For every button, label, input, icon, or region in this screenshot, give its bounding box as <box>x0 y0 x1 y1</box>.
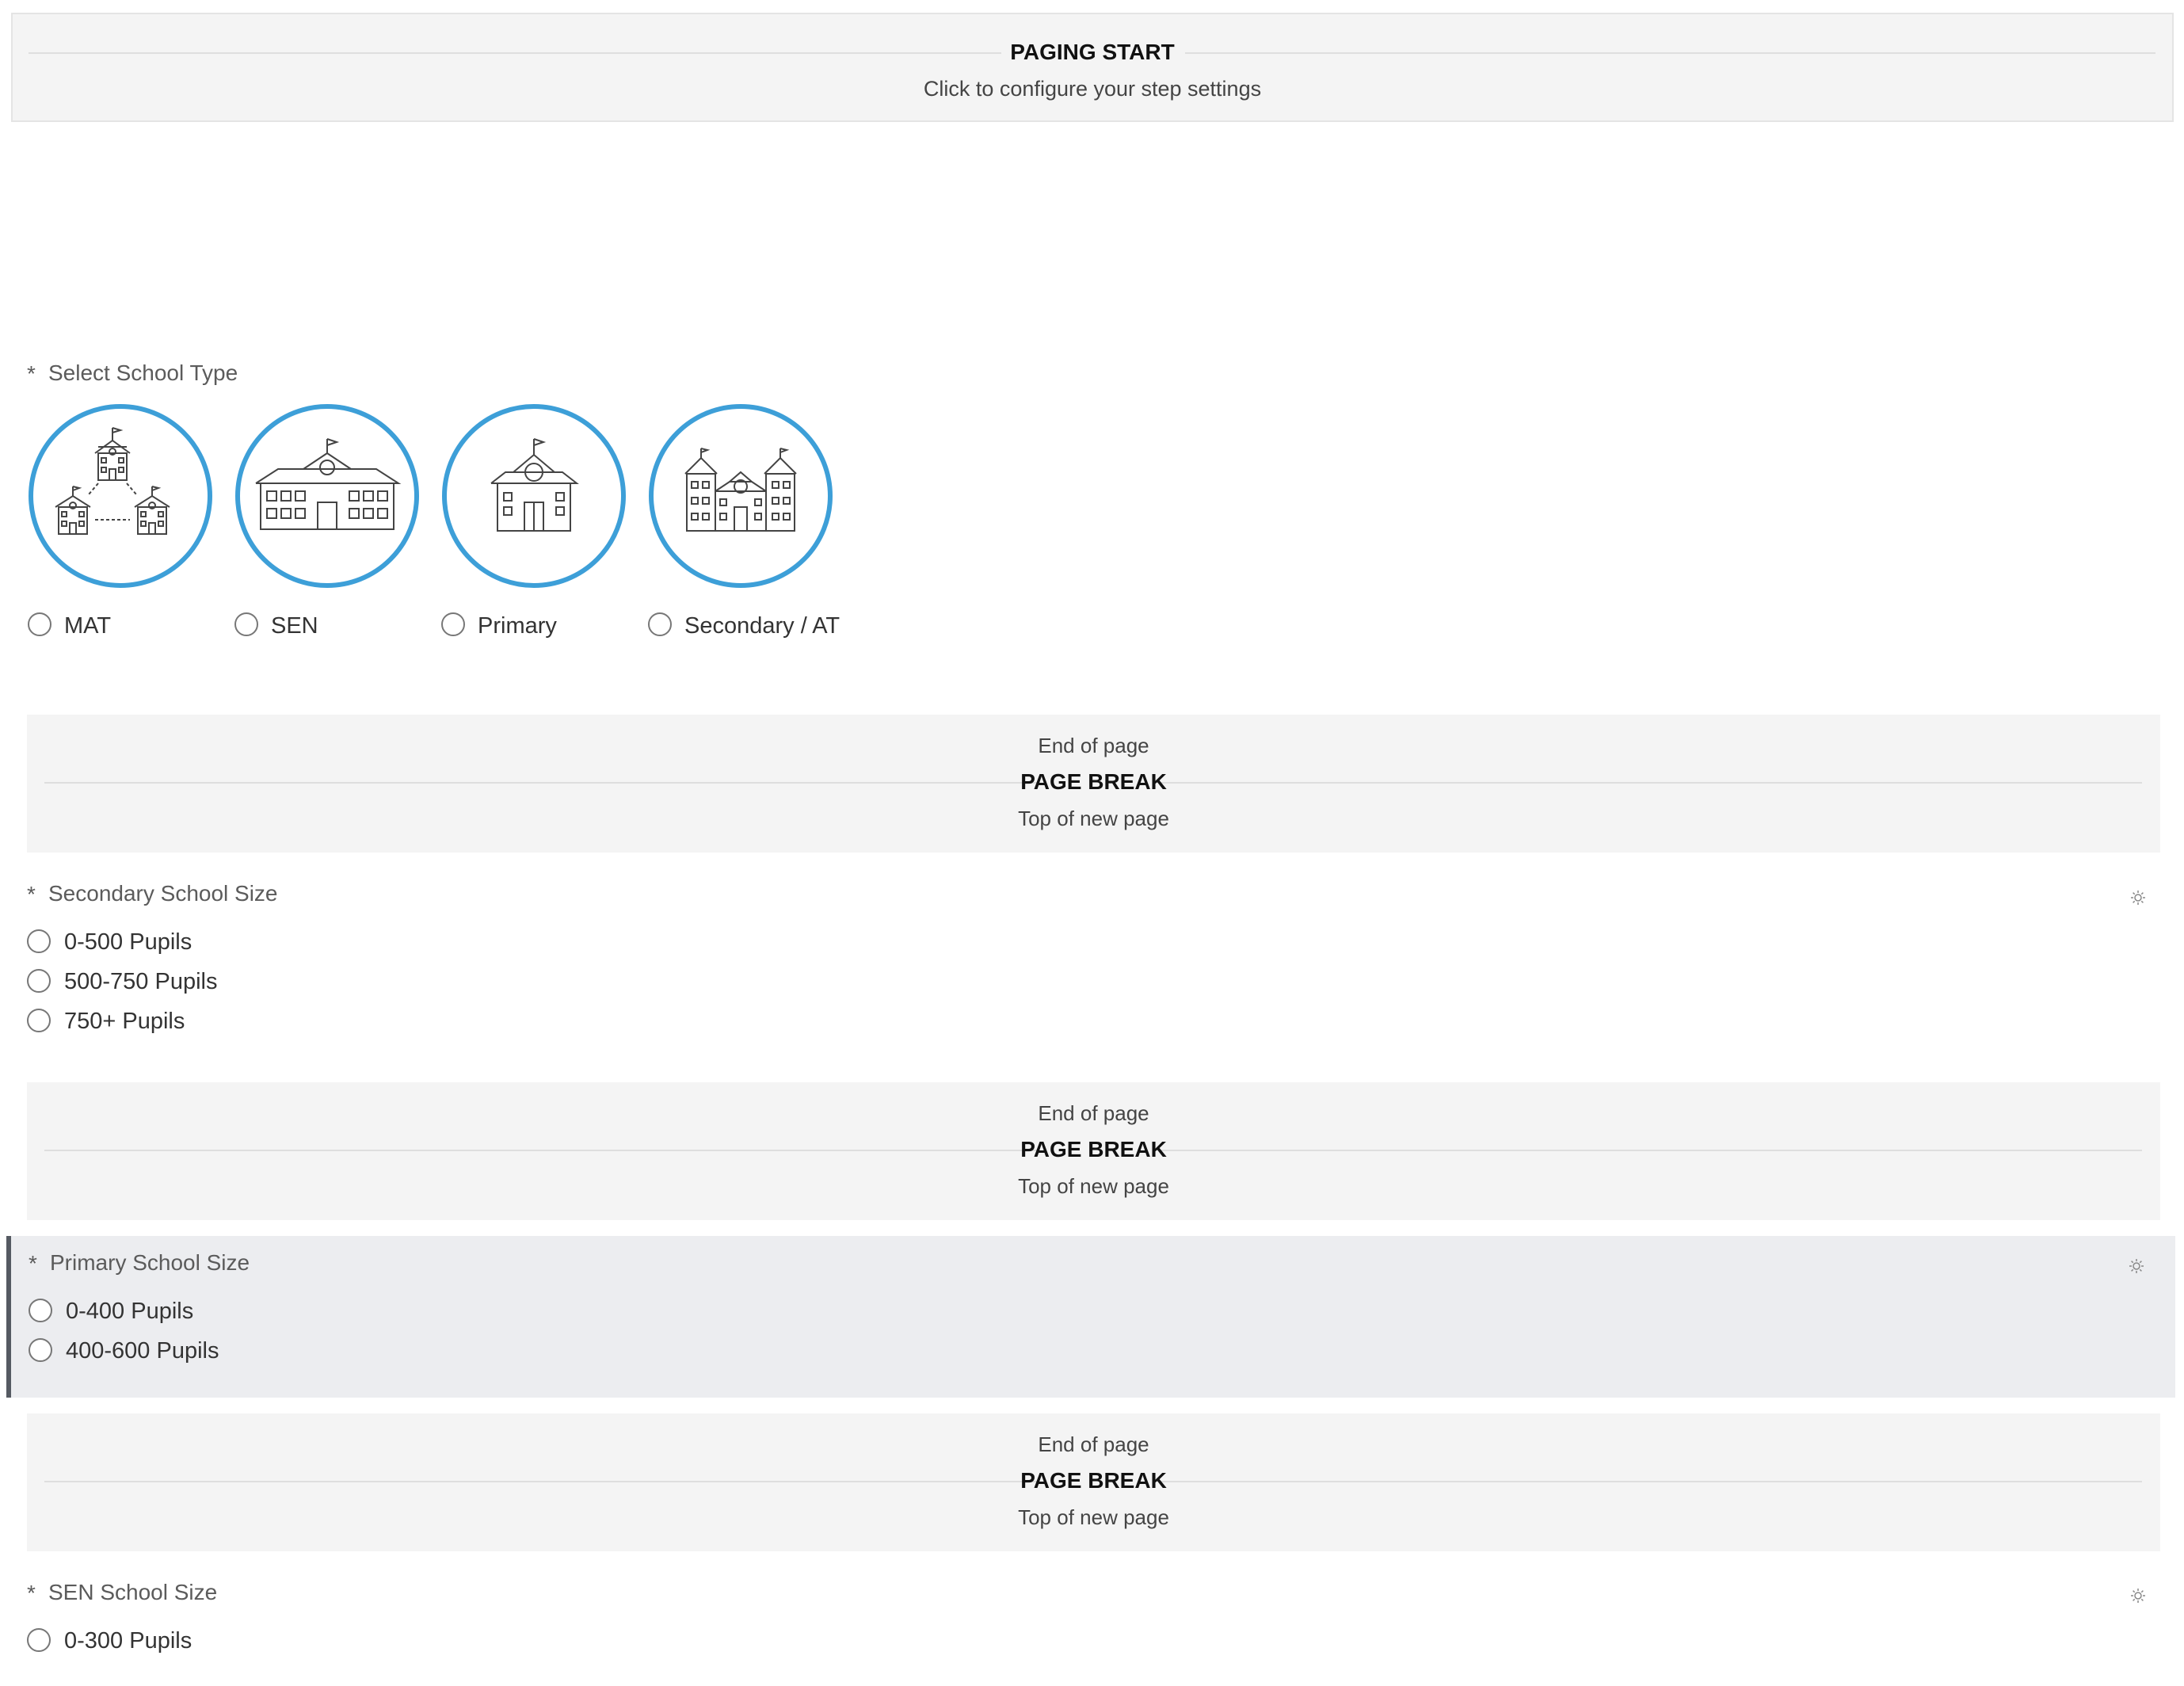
top-of-new-page-label: Top of new page <box>1018 1505 1169 1529</box>
option-radio[interactable] <box>27 929 51 953</box>
primary-size-question-selected[interactable] <box>6 1236 2175 1398</box>
secondary-image-choice[interactable] <box>649 404 833 588</box>
top-of-new-page-label: Top of new page <box>1018 807 1169 830</box>
question-label: SEN School Size <box>48 1580 218 1604</box>
secondary-radio[interactable] <box>648 612 672 636</box>
end-of-page-label: End of page <box>1038 1432 1149 1456</box>
end-of-page-label: End of page <box>1038 1101 1149 1125</box>
option-radio[interactable] <box>27 1628 51 1652</box>
option-radio[interactable] <box>29 1299 52 1322</box>
option-label[interactable]: 400-600 Pupils <box>66 1338 219 1364</box>
page-break-title: PAGE BREAK <box>1020 1468 1167 1493</box>
page-break[interactable]: End of page PAGE BREAK Top of new page <box>27 715 2160 853</box>
mat-image-choice[interactable] <box>29 404 212 588</box>
top-of-new-page-label: Top of new page <box>1018 1174 1169 1198</box>
required-marker: * <box>29 1251 37 1276</box>
end-of-page-label: End of page <box>1038 734 1149 757</box>
paging-start-subtitle: Click to configure your step settings <box>923 77 1262 101</box>
option-radio[interactable] <box>29 1338 52 1362</box>
option-radio[interactable] <box>27 1009 51 1032</box>
option-label[interactable]: 500-750 Pupils <box>64 969 217 995</box>
secondary-option-label[interactable]: Secondary / AT <box>684 613 840 639</box>
trust-network-icon <box>55 427 170 535</box>
paging-start-banner[interactable]: PAGING START Click to configure your ste… <box>11 13 2174 122</box>
wide-school-icon <box>255 438 402 530</box>
page-break-title: PAGE BREAK <box>1020 1137 1167 1162</box>
campus-school-icon <box>684 448 797 532</box>
page-break[interactable]: End of page PAGE BREAK Top of new page <box>27 1082 2160 1220</box>
small-school-icon <box>490 438 579 532</box>
paging-start-title: PAGING START <box>1010 40 1175 64</box>
primary-radio[interactable] <box>441 612 465 636</box>
question-label: Select School Type <box>48 360 238 385</box>
option-label[interactable]: 0-300 Pupils <box>64 1628 192 1654</box>
condition-logic-icon[interactable] <box>2128 1257 2145 1275</box>
condition-logic-icon[interactable] <box>2129 1587 2147 1604</box>
required-marker: * <box>27 882 36 906</box>
primary-image-choice[interactable] <box>442 404 626 588</box>
page-break[interactable]: End of page PAGE BREAK Top of new page <box>27 1413 2160 1551</box>
condition-logic-icon[interactable] <box>2129 889 2147 906</box>
sen-option-label[interactable]: SEN <box>271 613 318 639</box>
page-break-title: PAGE BREAK <box>1020 769 1167 794</box>
option-label[interactable]: 0-400 Pupils <box>66 1299 193 1325</box>
sen-radio[interactable] <box>234 612 258 636</box>
mat-radio[interactable] <box>28 612 51 636</box>
option-label[interactable]: 0-500 Pupils <box>64 929 192 956</box>
option-label[interactable]: 750+ Pupils <box>64 1009 185 1035</box>
option-radio[interactable] <box>27 969 51 993</box>
question-label: Secondary School Size <box>48 881 278 906</box>
primary-option-label[interactable]: Primary <box>478 613 557 639</box>
mat-option-label[interactable]: MAT <box>64 613 111 639</box>
required-marker: * <box>27 361 36 386</box>
required-marker: * <box>27 1581 36 1605</box>
question-label: Primary School Size <box>50 1250 250 1275</box>
sen-image-choice[interactable] <box>235 404 419 588</box>
